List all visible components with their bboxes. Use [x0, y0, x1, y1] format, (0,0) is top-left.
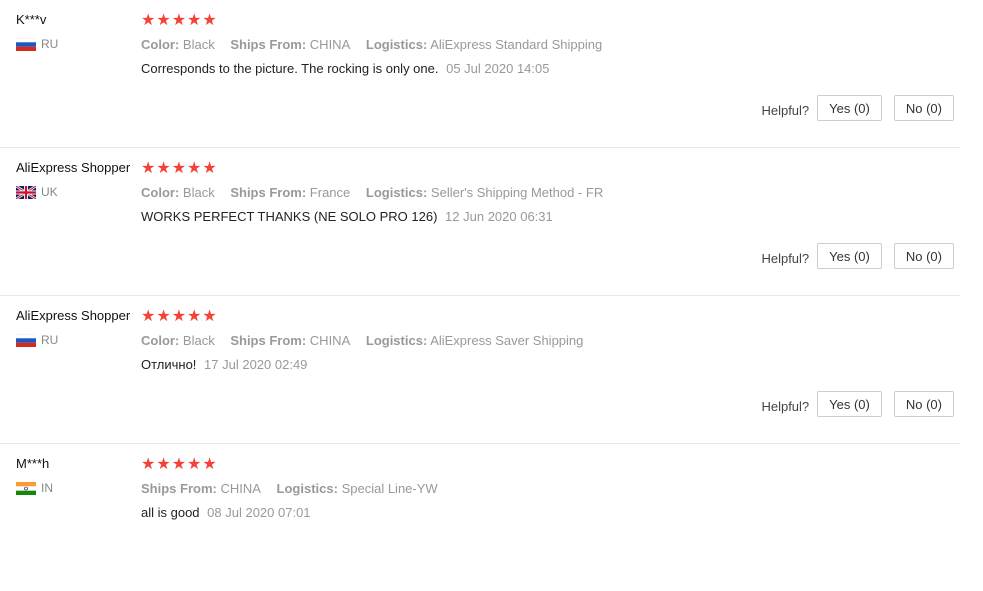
ru-flag-icon	[16, 333, 36, 347]
uk-flag-icon	[16, 185, 36, 199]
ships-from-value: CHINA	[220, 481, 261, 496]
order-info: Color: Black Ships From: CHINA Logistics…	[141, 333, 951, 348]
reviewer-name: M***h	[16, 456, 50, 471]
helpful-label: Helpful?	[761, 102, 810, 118]
reviewer-name: AliExpress Shopper	[16, 308, 131, 323]
color-label: Color:	[141, 37, 180, 52]
country-code: IN	[41, 481, 53, 495]
ships-from-label: Ships From:	[230, 37, 307, 52]
country-code: RU	[41, 333, 59, 347]
review-content: Corresponds to the picture. The rocking …	[141, 61, 951, 76]
review-item: AliExpress Shopper RU ★★★★★ Color: Black…	[0, 296, 960, 444]
review-content: Отлично! 17 Jul 2020 02:49	[141, 357, 951, 372]
country-code: RU	[41, 37, 59, 51]
color-label: Color:	[141, 333, 180, 348]
review-date: 17 Jul 2020 02:49	[204, 357, 308, 372]
reviewer-info: K***v RU	[16, 12, 141, 51]
reviewer-info: AliExpress Shopper UK	[16, 160, 141, 199]
reviewer-country: UK	[16, 185, 141, 199]
reviewer-info: AliExpress Shopper RU	[16, 308, 141, 347]
review-text: WORKS PERFECT THANKS (NE SOLO PRO 126)	[141, 209, 438, 224]
logistics-label: Logistics:	[365, 37, 428, 52]
helpful-no-button[interactable]: No (0)	[893, 391, 954, 417]
color-label: Color:	[141, 185, 180, 200]
helpful-vote: Helpful? Yes (0) No (0)	[761, 95, 954, 121]
ships-from-value: CHINA	[309, 37, 351, 52]
ships-from-label: Ships From:	[230, 185, 307, 200]
helpful-yes-button[interactable]: Yes (0)	[817, 243, 882, 269]
ships-from-label: Ships From:	[230, 333, 307, 348]
ships-from-value: France	[309, 185, 351, 200]
in-flag-icon	[16, 481, 36, 495]
logistics-label: Logistics:	[365, 185, 428, 200]
star-rating: ★★★★★	[141, 12, 218, 29]
logistics-value: AliExpress Saver Shipping	[430, 333, 584, 348]
star-rating: ★★★★★	[141, 308, 218, 325]
helpful-no-button[interactable]: No (0)	[893, 95, 954, 121]
helpful-vote: Helpful? Yes (0) No (0)	[761, 243, 954, 269]
logistics-value: Special Line-YW	[341, 481, 438, 496]
helpful-no-button[interactable]: No (0)	[893, 243, 954, 269]
country-code: UK	[41, 185, 58, 199]
helpful-label: Helpful?	[761, 250, 810, 266]
helpful-yes-button[interactable]: Yes (0)	[817, 95, 882, 121]
reviewer-name: K***v	[16, 12, 47, 27]
reviewer-info: M***h IN	[16, 456, 141, 495]
ships-from-label: Ships From:	[141, 481, 217, 496]
logistics-label: Logistics:	[365, 333, 428, 348]
reviewer-country: RU	[16, 333, 141, 347]
review-date: 12 Jun 2020 06:31	[445, 209, 553, 224]
color-value: Black	[182, 185, 215, 200]
ships-from-value: CHINA	[309, 333, 351, 348]
reviewer-country: IN	[16, 481, 141, 495]
color-value: Black	[182, 37, 215, 52]
review-text: Corresponds to the picture. The rocking …	[141, 61, 439, 76]
star-rating: ★★★★★	[141, 456, 218, 473]
color-value: Black	[182, 333, 215, 348]
review-content: WORKS PERFECT THANKS (NE SOLO PRO 126) 1…	[141, 209, 951, 224]
logistics-label: Logistics:	[276, 481, 338, 496]
reviewer-name: AliExpress Shopper	[16, 160, 131, 175]
helpful-vote: Helpful? Yes (0) No (0)	[761, 391, 954, 417]
order-info: Color: Black Ships From: France Logistic…	[141, 185, 951, 200]
star-rating: ★★★★★	[141, 160, 218, 177]
order-info: Ships From: CHINA Logistics: Special Lin…	[141, 481, 951, 496]
helpful-label: Helpful?	[761, 398, 810, 414]
logistics-value: AliExpress Standard Shipping	[430, 37, 603, 52]
review-item: K***v RU ★★★★★ Color: Black Ships From: …	[0, 0, 960, 148]
ru-flag-icon	[16, 37, 36, 51]
logistics-value: Seller's Shipping Method - FR	[430, 185, 604, 200]
review-list: K***v RU ★★★★★ Color: Black Ships From: …	[0, 0, 983, 591]
review-item: AliExpress Shopper UK ★★★★★ Color: Black…	[0, 148, 960, 296]
order-info: Color: Black Ships From: CHINA Logistics…	[141, 37, 951, 52]
reviewer-country: RU	[16, 37, 141, 51]
helpful-yes-button[interactable]: Yes (0)	[817, 391, 882, 417]
review-text: Отлично!	[141, 357, 197, 372]
review-date: 05 Jul 2020 14:05	[446, 61, 550, 76]
